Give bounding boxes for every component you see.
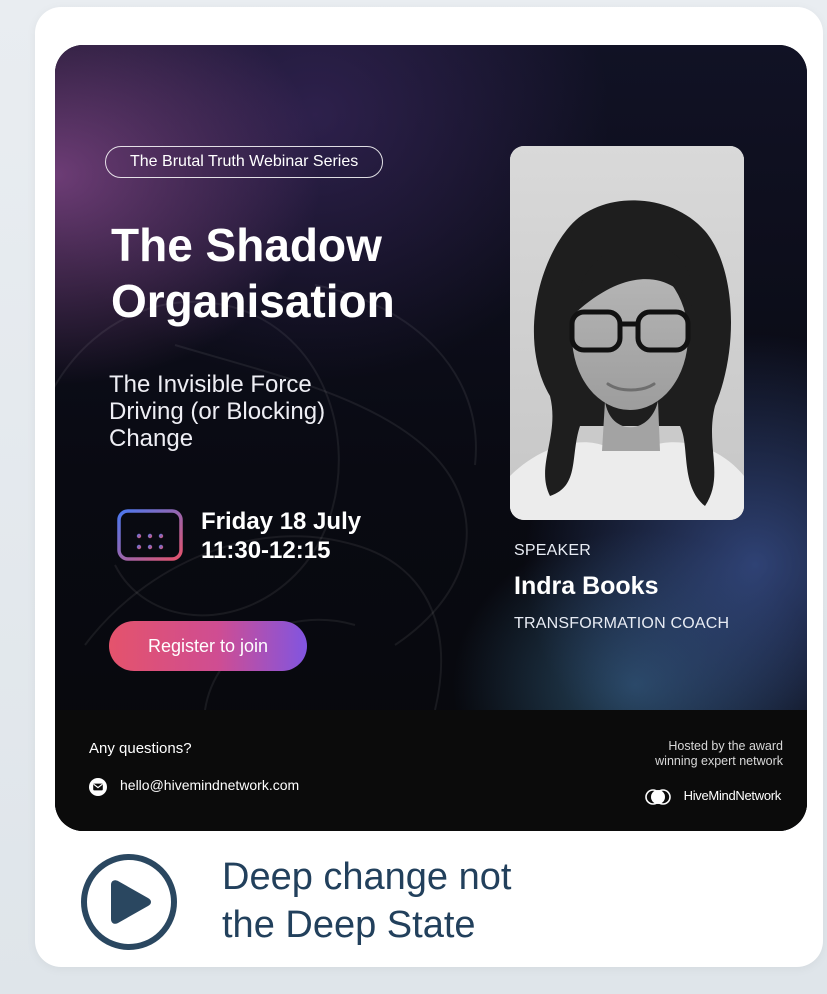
series-badge: The Brutal Truth Webinar Series (105, 146, 384, 178)
mail-icon (89, 778, 107, 796)
banner-footer: Any questions? hello@hivemindnetwork.com… (55, 710, 807, 831)
webinar-banner[interactable]: The Brutal Truth Webinar Series The Shad… (55, 45, 807, 831)
hivemind-logo-icon (645, 789, 671, 805)
speaker-role: TRANSFORMATION COACH (514, 615, 730, 632)
hosted-line-2: winning expert network (655, 754, 783, 768)
subtitle-line-2: Driving (or Blocking) (109, 398, 326, 425)
caption-line-1: Deep change not (222, 856, 512, 898)
speaker-label: SPEAKER (514, 542, 591, 559)
register-button[interactable]: Register to join (109, 621, 307, 671)
play-icon[interactable] (80, 853, 178, 951)
event-time: 11:30-12:15 (201, 537, 331, 564)
event-date: Friday 18 July (201, 508, 362, 535)
title-line-1: The Shadow (111, 219, 382, 271)
hosted-by-text: Hosted by the award winning expert netwo… (583, 739, 783, 769)
contact-email[interactable]: hello@hivemindnetwork.com (120, 777, 299, 793)
hosted-line-1: Hosted by the award (668, 739, 783, 753)
webinar-subtitle: The Invisible Force Driving (or Blocking… (109, 371, 439, 452)
webinar-title: The Shadow Organisation (111, 217, 511, 329)
speaker-photo (510, 146, 744, 520)
speaker-name: Indra Books (514, 572, 659, 600)
subtitle-line-3: Change (109, 425, 194, 452)
subtitle-line-1: The Invisible Force (109, 371, 312, 398)
hivemind-brand: HiveMindNetwork (683, 788, 782, 803)
questions-label: Any questions? (89, 740, 192, 757)
post-caption: Deep change not the Deep State (222, 853, 642, 949)
caption-line-2: the Deep State (222, 904, 476, 946)
title-line-2: Organisation (111, 275, 395, 327)
calendar-icon (117, 503, 183, 561)
